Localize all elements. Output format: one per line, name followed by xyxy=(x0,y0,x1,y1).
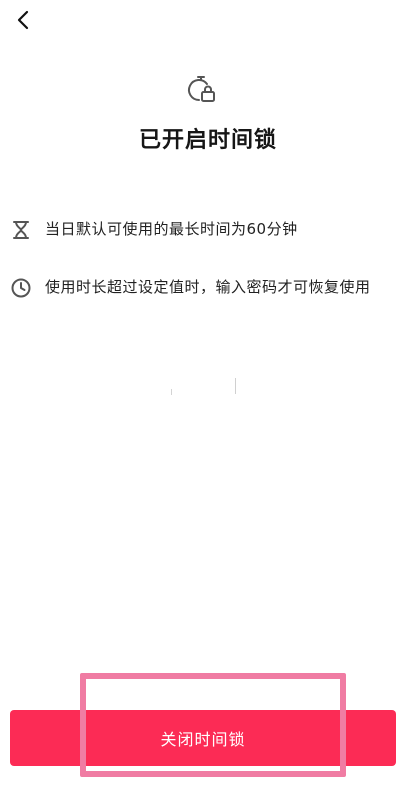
clock-icon xyxy=(11,278,31,298)
info-row-daily-limit: 当日默认可使用的最长时间为60分钟 xyxy=(10,216,406,242)
info-text-password-unlock: 使用时长超过设定值时，输入密码才可恢复使用 xyxy=(45,278,371,296)
page-title: 已开启时间锁 xyxy=(138,128,277,153)
time-lock-page: 已开启时间锁 当日默认可使用的最长时间为60分钟 使用时长超过设定值时，输入密码… xyxy=(0,0,416,788)
timer-lock-icon xyxy=(188,76,215,102)
hourglass-icon xyxy=(13,221,29,239)
info-text-daily-limit: 当日默认可使用的最长时间为60分钟 xyxy=(45,220,298,238)
info-row-password-unlock: 使用时长超过设定值时，输入密码才可恢复使用 xyxy=(10,274,406,300)
faint-mark xyxy=(171,389,172,395)
faint-mark xyxy=(235,378,236,394)
close-time-lock-button[interactable]: 关闭时间锁 xyxy=(10,710,396,766)
chevron-left-icon xyxy=(17,10,29,30)
back-button[interactable] xyxy=(8,4,40,36)
